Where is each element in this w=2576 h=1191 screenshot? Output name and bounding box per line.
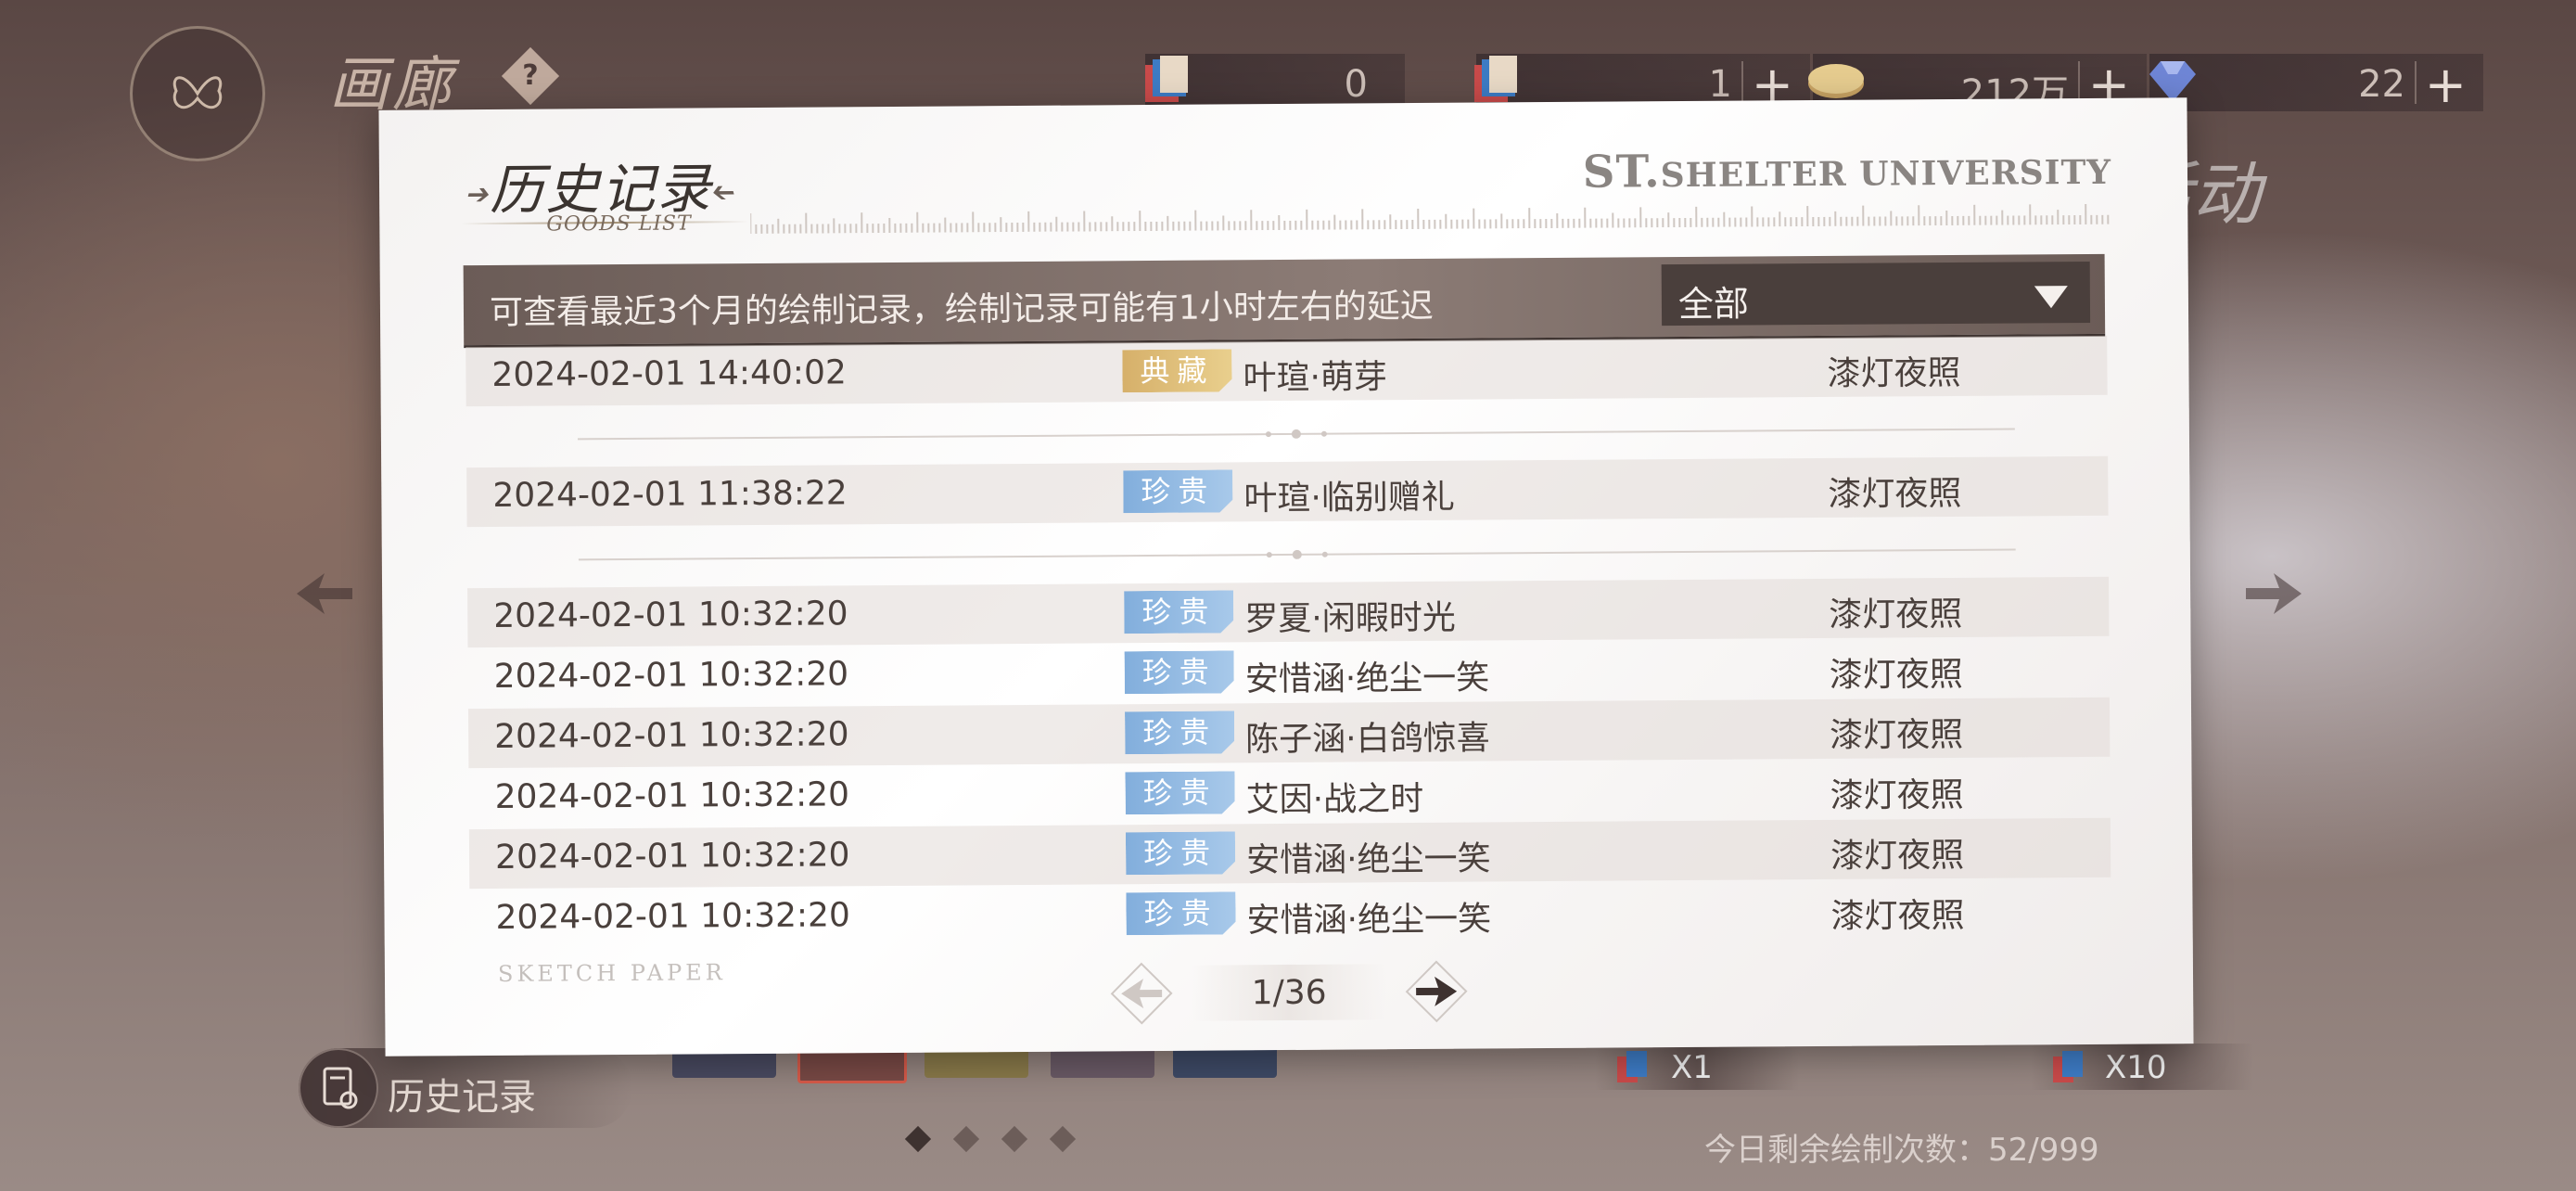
- record-row: 2024-02-01 10:32:20 珍贵 安惜涵·绝尘一笑 漆灯夜照: [468, 637, 2110, 708]
- question-mark-icon: ?: [522, 59, 539, 92]
- rarity-badge: 珍贵: [1126, 831, 1235, 875]
- record-row: 2024-02-01 10:32:20 珍贵 安惜涵·绝尘一笑 漆灯夜照: [468, 817, 2111, 890]
- rarity-badge: 珍贵: [1125, 711, 1234, 754]
- arrow-left-ornament-icon: ➔: [464, 178, 491, 211]
- carousel-dot[interactable]: [1001, 1125, 1028, 1153]
- row-separator: [577, 428, 2015, 441]
- ticket-icon: [1617, 1051, 1647, 1082]
- record-row: 2024-02-01 11:38:22 珍贵 叶瑄·临别赠礼 漆灯夜照: [466, 455, 2109, 528]
- currency-value: 1: [1708, 63, 1732, 106]
- history-label: 历史记录: [388, 1076, 536, 1119]
- remaining-draws: 今日剩余绘制次数：52/999: [1704, 1132, 2099, 1169]
- brand-prefix: ST.: [1582, 146, 1661, 198]
- carousel-dot-active[interactable]: [904, 1125, 932, 1153]
- brand-name: SHELTER UNIVERSITY: [1660, 152, 2112, 196]
- record-name: 安惜涵·绝尘一笑: [1245, 839, 1491, 880]
- record-date: 2024-02-01 10:32:20: [493, 595, 848, 635]
- divider: [2415, 61, 2417, 104]
- record-row: 2024-02-01 14:40:02 典藏 叶瑄·萌芽 漆灯夜照: [465, 335, 2108, 407]
- info-note: 可查看最近3个月的绘制记录，绘制记录可能有1小时左右的延迟: [489, 287, 1434, 332]
- record-name: 罗夏·闲暇时光: [1244, 598, 1456, 639]
- ticket-book-icon: [1145, 56, 1188, 102]
- record-name: 叶瑄·临别赠礼: [1243, 478, 1456, 519]
- pool-thumbnail[interactable]: [1173, 1046, 1277, 1078]
- record-row: 2024-02-01 10:32:20 珍贵 陈子涵·白鸽惊喜 漆灯夜照: [467, 697, 2111, 769]
- record-pool: 漆灯夜照: [1829, 595, 1963, 634]
- record-pool: 漆灯夜照: [1829, 655, 1963, 695]
- record-row: 2024-02-01 10:32:20 珍贵 罗夏·闲暇时光 漆灯夜照: [467, 576, 2110, 648]
- record-icon: [323, 1067, 358, 1109]
- carousel-dot[interactable]: [952, 1125, 980, 1153]
- history-circle: [299, 1048, 378, 1128]
- right-arrow-icon[interactable]: [2237, 566, 2311, 621]
- help-button[interactable]: ?: [501, 46, 560, 106]
- rarity-badge: 典藏: [1122, 349, 1231, 392]
- chevron-down-icon: [2034, 286, 2068, 309]
- record-pool: 漆灯夜照: [1830, 836, 1965, 876]
- left-arrow-icon[interactable]: [287, 566, 362, 621]
- record-date: 2024-02-01 10:32:20: [494, 775, 850, 816]
- rarity-badge: 珍贵: [1125, 771, 1234, 814]
- sketch-paper-watermark: SKETCH PAPER: [497, 959, 726, 987]
- record-pool: 漆灯夜照: [1830, 715, 1964, 755]
- gallery-emblem: [130, 26, 265, 161]
- rarity-badge: 珍贵: [1123, 469, 1232, 513]
- modal-subtitle: GOODS LIST: [546, 211, 692, 237]
- draw-ten-label: X10: [2105, 1049, 2167, 1086]
- record-name: 陈子涵·白鸽惊喜: [1245, 719, 1490, 760]
- carousel-dot[interactable]: [1049, 1125, 1077, 1153]
- history-button[interactable]: 历史记录: [299, 1048, 632, 1128]
- record-date: 2024-02-01 10:32:20: [494, 715, 849, 756]
- ticket-icon: [2053, 1051, 2083, 1082]
- record-name: 安惜涵·绝尘一笑: [1244, 659, 1490, 699]
- record-date: 2024-02-01 10:32:20: [495, 896, 851, 937]
- filter-dropdown[interactable]: 全部: [1661, 261, 2091, 327]
- rarity-badge: 珍贵: [1125, 650, 1234, 694]
- record-pool: 漆灯夜照: [1827, 353, 1961, 393]
- record-name: 艾因·战之时: [1245, 779, 1424, 820]
- rarity-badge: 珍贵: [1126, 891, 1235, 935]
- rarity-badge: 珍贵: [1124, 590, 1233, 634]
- currency-diamond: 22 +: [2149, 54, 2483, 114]
- ruler-ticks: [750, 203, 2110, 235]
- record-row: 2024-02-01 10:32:20 珍贵 艾因·战之时 漆灯夜照: [468, 758, 2110, 828]
- row-separator: [578, 548, 2016, 561]
- currency-value: 0: [1344, 63, 1368, 106]
- record-date: 2024-02-01 10:32:20: [494, 836, 850, 877]
- pagination: 1/36: [1090, 955, 1489, 1027]
- history-modal: ➔历史记录➔ GOODS LIST ST.SHELTER UNIVERSITY …: [378, 97, 2194, 1057]
- butterfly-icon: [172, 76, 223, 109]
- info-bar: 可查看最近3个月的绘制记录，绘制记录可能有1小时左右的延迟 全部: [463, 253, 2106, 349]
- divider: [1741, 61, 1743, 104]
- currency-value: 22: [2358, 63, 2405, 106]
- record-date: 2024-02-01 14:40:02: [491, 353, 847, 394]
- record-pool: 漆灯夜照: [1830, 896, 1965, 936]
- record-pool: 漆灯夜照: [1830, 775, 1964, 815]
- draw-once-label: X1: [1671, 1049, 1713, 1086]
- record-date: 2024-02-01 11:38:22: [492, 474, 848, 515]
- record-name: 安惜涵·绝尘一笑: [1246, 900, 1492, 941]
- draw-ten-button[interactable]: X10: [2031, 1044, 2253, 1090]
- record-pool: 漆灯夜照: [1828, 474, 1962, 514]
- filter-value: 全部: [1677, 283, 1750, 326]
- record-row: 2024-02-01 10:32:20 珍贵 安惜涵·绝尘一笑 漆灯夜照: [469, 878, 2111, 949]
- arrow-right-ornament-icon: ➔: [712, 176, 738, 210]
- record-date: 2024-02-01 10:32:20: [493, 655, 849, 696]
- brand-logo: ST.SHELTER UNIVERSITY: [1583, 143, 2112, 198]
- draw-once-button[interactable]: X1: [1595, 1044, 1799, 1090]
- next-page-icon[interactable]: [1403, 958, 1471, 1026]
- record-name: 叶瑄·萌芽: [1243, 358, 1388, 398]
- add-diamond-button[interactable]: +: [2425, 56, 2467, 114]
